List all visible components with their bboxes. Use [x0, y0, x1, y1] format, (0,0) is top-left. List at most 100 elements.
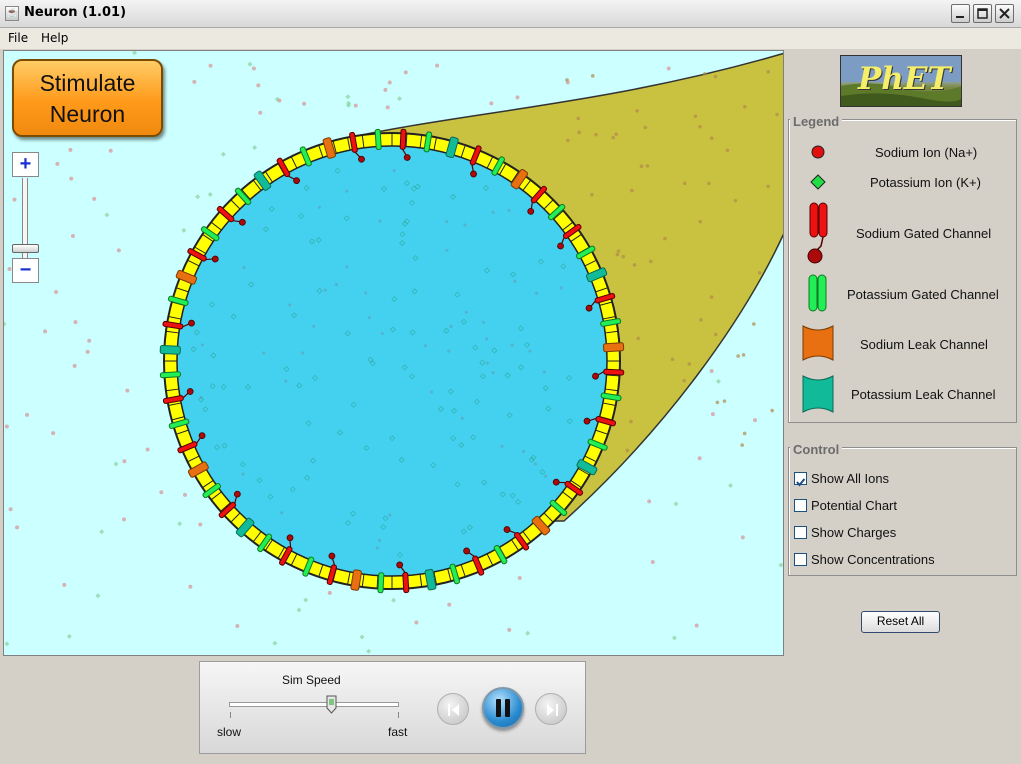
sodium-ion [251, 66, 256, 71]
simulation-canvas[interactable]: Stimulate Neuron + − [3, 50, 784, 656]
sodium-ion [8, 507, 13, 512]
axon-ion [752, 322, 756, 326]
minimize-button[interactable] [951, 4, 970, 23]
sim-speed-slider-track[interactable] [229, 702, 399, 707]
sodium-ion [544, 474, 548, 478]
maximize-icon [977, 8, 988, 19]
sodium-ion [208, 63, 213, 68]
sim-speed-slider-thumb[interactable] [326, 695, 337, 714]
axon-ion [636, 336, 641, 341]
sodium-ion [25, 412, 30, 417]
potassium-ion [220, 151, 226, 157]
pause-button[interactable] [482, 687, 524, 729]
legend-label-potassium-gated-channel: Potassium Gated Channel [847, 287, 999, 302]
axon-ion [682, 378, 686, 383]
menu-file[interactable]: File [8, 31, 28, 45]
sodium-ion [200, 343, 205, 347]
potassium-ion-icon [810, 174, 826, 190]
potassium-ion [247, 61, 253, 67]
sodium-ion [753, 418, 758, 423]
channel-body [402, 572, 410, 594]
sodium-ion [489, 101, 494, 106]
sodium-ion [510, 343, 514, 347]
step-forward-button[interactable] [535, 693, 567, 725]
axon-ion [590, 74, 595, 78]
maximize-button[interactable] [973, 4, 992, 23]
phet-logo[interactable]: PhET [840, 55, 962, 107]
axon-ion [566, 138, 570, 143]
axon-ion [629, 419, 633, 424]
reset-all-button[interactable]: Reset All [861, 611, 940, 633]
legend-label-sodium-ion: Sodium Ion (Na+) [875, 145, 978, 160]
sodium-ion [507, 627, 512, 632]
axon-ion [643, 125, 648, 130]
potassium-ion [95, 593, 101, 599]
potassium-ion [132, 51, 138, 56]
sodium-gated-channel-icon [807, 202, 828, 264]
sodium-ion [323, 288, 327, 292]
potassium-ion [715, 378, 721, 384]
stimulate-neuron-button[interactable]: Stimulate Neuron [12, 59, 163, 137]
sodium-ion [235, 624, 240, 629]
potassium-ion [66, 633, 72, 639]
sodium-ion [484, 337, 489, 341]
zoom-out-button[interactable]: − [12, 258, 39, 283]
close-icon [999, 8, 1010, 19]
sodium-ion [710, 412, 715, 417]
potassium-ion [272, 640, 278, 646]
axon-ion [741, 353, 746, 357]
axon-ion [736, 354, 740, 358]
pause-icon [496, 699, 510, 717]
potassium-ion [207, 191, 213, 197]
minimize-icon [956, 16, 964, 18]
menu-bar: File Help [0, 28, 1021, 49]
legend-title: Legend [790, 114, 843, 129]
potassium-ion [673, 501, 679, 507]
sodium-ion [85, 349, 90, 354]
potassium-ion [391, 597, 397, 603]
axon-ion [733, 198, 738, 203]
sodium-ion [533, 462, 538, 466]
menu-help[interactable]: Help [41, 31, 68, 45]
channel-body [399, 128, 407, 150]
step-back-button[interactable] [437, 693, 469, 725]
axon-ion [616, 249, 621, 253]
potassium-ion [113, 461, 119, 467]
potassium-ion [195, 194, 201, 200]
sodium-ion [198, 522, 203, 527]
channel-body [159, 371, 181, 379]
sodium-ion [367, 315, 372, 320]
sodium-ion [256, 83, 261, 88]
potassium-leak-channel-icon [802, 375, 834, 413]
sodium-ion [491, 210, 495, 214]
axon-ion [725, 148, 730, 153]
step-forward-icon [547, 704, 558, 716]
window-title: Neuron (1.01) [24, 5, 127, 20]
sodium-ion [481, 320, 486, 325]
close-button[interactable] [995, 4, 1014, 23]
checkmark-icon [796, 478, 806, 487]
sodium-ion [327, 590, 332, 595]
potassium-ion [359, 634, 365, 640]
sodium-ion [364, 291, 368, 295]
show-charges-checkbox[interactable] [794, 526, 807, 539]
potential-chart-checkbox[interactable] [794, 499, 807, 512]
show-concentrations-checkbox[interactable] [794, 553, 807, 566]
sodium-ion [317, 205, 321, 209]
legend-label-sodium-leak-channel: Sodium Leak Channel [860, 337, 988, 352]
sodium-ion [430, 390, 434, 394]
potassium-ion [177, 521, 183, 527]
sodium-ion [262, 351, 266, 355]
show-all-ions-checkbox[interactable] [794, 472, 807, 487]
zoom-in-button[interactable]: + [12, 152, 39, 177]
legend-label-sodium-gated-channel: Sodium Gated Channel [856, 226, 992, 241]
potassium-ion [4, 321, 7, 327]
axon-ion [611, 135, 616, 140]
zoom-slider-thumb[interactable] [12, 244, 39, 253]
sodium-ion [378, 219, 382, 223]
sodium-ion [122, 459, 127, 464]
sodium-ion-icon [811, 145, 825, 159]
axon-ion [635, 109, 639, 113]
potassium-ion [296, 607, 302, 613]
sodium-ion [241, 472, 245, 476]
